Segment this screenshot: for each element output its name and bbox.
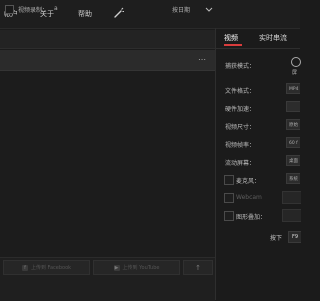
hw-accel-select[interactable] bbox=[286, 101, 300, 112]
tab-video[interactable]: 视频 bbox=[224, 33, 238, 43]
microphone-select[interactable]: 系统 bbox=[286, 173, 300, 184]
video-size-select[interactable]: 原始 bbox=[286, 119, 300, 130]
tab-livestream[interactable]: 实时串流 bbox=[259, 33, 287, 43]
capture-mode-label: 捕获模式： bbox=[225, 63, 256, 70]
tab-divider bbox=[216, 48, 300, 49]
more-options-icon[interactable]: ⋯ bbox=[198, 55, 206, 64]
hw-accel-label: 硬件加速： bbox=[225, 106, 256, 113]
file-list bbox=[0, 71, 215, 257]
panel-divider bbox=[215, 28, 216, 300]
capture-mode-value: 屏 bbox=[292, 70, 298, 76]
chevron-down-icon[interactable] bbox=[205, 5, 213, 13]
video-record-label: 视频录制： bbox=[18, 7, 49, 14]
capture-mode-dial-icon[interactable] bbox=[291, 57, 301, 67]
frame-rate-label: 视频帧率： bbox=[225, 142, 256, 149]
stream-screen-select[interactable]: 桌面 bbox=[286, 155, 300, 166]
upload-youtube-button[interactable]: ▶ 上传到 YouTube bbox=[93, 260, 180, 275]
file-format-label: 文件格式： bbox=[225, 88, 256, 95]
upload-facebook-label: 上传到 Facebook bbox=[30, 265, 72, 271]
overlay-checkbox[interactable] bbox=[224, 211, 234, 221]
youtube-icon: ▶ bbox=[113, 264, 120, 271]
file-list-header bbox=[0, 50, 215, 71]
webcam-checkbox[interactable] bbox=[224, 193, 234, 203]
video-size-label: 视频尺寸： bbox=[225, 124, 256, 131]
frame-rate-select[interactable]: 60 f bbox=[286, 137, 300, 148]
upload-arrow-icon: ↑ bbox=[195, 263, 201, 272]
sort-dropdown[interactable]: 按日期 bbox=[172, 5, 190, 14]
record-hotkey-label: 按下 bbox=[270, 235, 283, 242]
webcam-label: Webcam bbox=[236, 194, 262, 201]
active-tab-indicator bbox=[224, 44, 242, 46]
stream-screen-label: 流动屏幕： bbox=[225, 160, 256, 167]
select-all-checkbox[interactable] bbox=[5, 5, 14, 14]
video-record-value: a bbox=[54, 5, 58, 12]
upload-facebook-button[interactable]: f 上传到 Facebook bbox=[3, 260, 90, 275]
upload-button[interactable]: ↑ bbox=[183, 260, 213, 275]
record-hotkey-field[interactable]: F9 bbox=[288, 231, 301, 243]
file-format-select[interactable]: MP4 bbox=[286, 83, 300, 94]
webcam-settings-button[interactable] bbox=[282, 191, 301, 204]
overlay-label: 图形叠加： bbox=[236, 214, 267, 221]
microphone-label: 麦克风： bbox=[236, 178, 261, 185]
facebook-icon: f bbox=[21, 264, 28, 271]
toolbar bbox=[0, 30, 215, 49]
overlay-settings-button[interactable] bbox=[282, 209, 301, 222]
magic-wand-icon[interactable] bbox=[113, 7, 125, 19]
upload-youtube-label: 上传到 YouTube bbox=[122, 265, 160, 271]
menu-help[interactable]: 帮助 bbox=[78, 9, 92, 19]
microphone-checkbox[interactable] bbox=[224, 175, 234, 185]
